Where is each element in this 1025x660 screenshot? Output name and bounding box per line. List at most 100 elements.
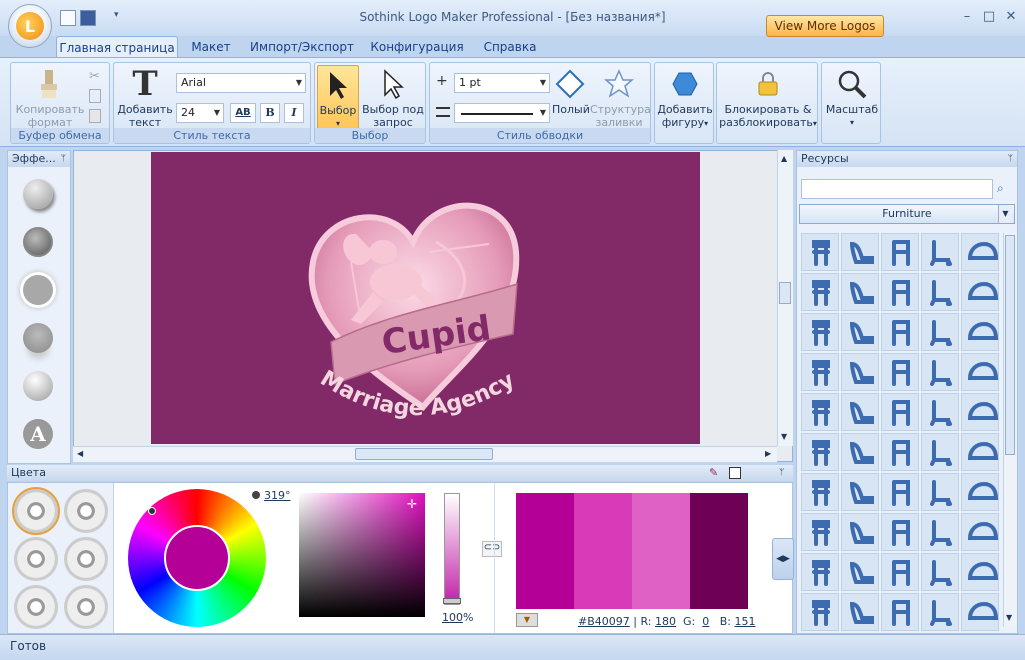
furniture-item-icon[interactable] <box>921 553 959 591</box>
italic-button[interactable]: I <box>284 103 304 123</box>
effect-bevel-button[interactable] <box>23 227 53 257</box>
furniture-item-icon[interactable] <box>801 513 839 551</box>
furniture-item-icon[interactable] <box>801 473 839 511</box>
furniture-item-icon[interactable] <box>841 433 879 471</box>
fill-mode-linear-button[interactable] <box>64 489 108 533</box>
furniture-item-icon[interactable] <box>801 593 839 631</box>
effect-reflection-button[interactable] <box>23 323 53 353</box>
furniture-item-icon[interactable] <box>881 473 919 511</box>
furniture-item-icon[interactable] <box>841 513 879 551</box>
effect-text-icon[interactable]: A <box>23 419 53 449</box>
furniture-item-icon[interactable] <box>961 513 999 551</box>
horizontal-scrollbar[interactable]: ◀ ▶ <box>73 446 777 462</box>
furniture-item-icon[interactable] <box>841 593 879 631</box>
fill-mode-none-button[interactable] <box>64 585 108 629</box>
furniture-item-icon[interactable] <box>961 353 999 391</box>
furniture-item-icon[interactable] <box>801 353 839 391</box>
furniture-item-icon[interactable] <box>961 273 999 311</box>
furniture-item-icon[interactable] <box>881 273 919 311</box>
furniture-item-icon[interactable] <box>841 393 879 431</box>
tab-home[interactable]: Главная страница <box>56 36 178 58</box>
scroll-up-icon[interactable]: ▲ <box>781 154 787 163</box>
palette-swatch[interactable] <box>690 493 748 609</box>
eyedropper-icon[interactable]: ✎ <box>709 465 718 481</box>
furniture-item-icon[interactable] <box>961 393 999 431</box>
opacity-value[interactable]: 100 <box>442 611 463 624</box>
furniture-item-icon[interactable] <box>881 513 919 551</box>
furniture-item-icon[interactable] <box>801 393 839 431</box>
furniture-item-icon[interactable] <box>961 553 999 591</box>
copy-format-button[interactable]: Копировать формат <box>15 67 85 129</box>
font-family-select[interactable]: Arial ▼ <box>176 73 306 93</box>
furniture-item-icon[interactable] <box>841 553 879 591</box>
furniture-item-icon[interactable] <box>801 273 839 311</box>
furniture-item-icon[interactable] <box>841 473 879 511</box>
furniture-item-icon[interactable] <box>801 433 839 471</box>
tab-configuration[interactable]: Конфигурация <box>366 36 468 58</box>
hex-value[interactable]: #B40097 <box>578 615 630 628</box>
palette-swatch[interactable] <box>632 493 690 609</box>
tab-help[interactable]: Справка <box>478 36 542 58</box>
furniture-item-icon[interactable] <box>961 473 999 511</box>
lock-unlock-button[interactable]: Блокировать & разблокировать▾ <box>719 67 817 130</box>
furniture-item-icon[interactable] <box>961 593 999 631</box>
vertical-scrollbar[interactable]: ▲ ▼ <box>777 150 793 446</box>
fill-mode-pattern-button[interactable] <box>64 537 108 581</box>
maximize-icon[interactable]: □ <box>978 8 1000 26</box>
furniture-item-icon[interactable] <box>881 553 919 591</box>
search-icon[interactable]: ⌕ <box>997 181 1004 196</box>
hollow-fill-button[interactable]: Полый <box>552 67 590 116</box>
scroll-down-icon[interactable]: ▼ <box>781 432 787 441</box>
stroke-type-select[interactable]: ▼ <box>454 103 550 123</box>
furniture-item-icon[interactable] <box>841 233 879 271</box>
furniture-item-icon[interactable] <box>841 353 879 391</box>
furniture-item-icon[interactable] <box>921 313 959 351</box>
no-color-swatch[interactable] <box>729 467 741 479</box>
link-colors-icon[interactable]: ⊂⊃ <box>482 541 502 557</box>
cupid-logo[interactable]: Cupid Marriage Agency <box>151 152 700 444</box>
furniture-item-icon[interactable] <box>921 473 959 511</box>
furniture-item-icon[interactable] <box>921 513 959 551</box>
furniture-item-icon[interactable] <box>841 273 879 311</box>
furniture-item-icon[interactable] <box>881 353 919 391</box>
pin-icon[interactable]: ᛘ <box>1008 151 1013 167</box>
scroll-left-icon[interactable]: ◀ <box>77 449 83 458</box>
scroll-thumb[interactable] <box>779 282 791 304</box>
bold-button[interactable]: B <box>260 103 280 123</box>
pin-icon[interactable]: ᛘ <box>61 151 66 167</box>
resource-search-input[interactable] <box>801 179 993 199</box>
resource-category-select[interactable]: Furniture ▼ <box>799 204 1015 224</box>
tab-layout[interactable]: Макет <box>184 36 238 58</box>
furniture-item-icon[interactable] <box>921 273 959 311</box>
palette-dropdown-icon[interactable]: ▼ <box>516 613 538 627</box>
artboard[interactable]: Cupid Marriage Agency <box>151 152 700 444</box>
furniture-item-icon[interactable] <box>961 233 999 271</box>
furniture-item-icon[interactable] <box>881 593 919 631</box>
furniture-item-icon[interactable] <box>801 553 839 591</box>
opacity-handle[interactable] <box>443 598 461 604</box>
color-wheel[interactable] <box>128 489 266 627</box>
furniture-item-icon[interactable] <box>841 313 879 351</box>
furniture-item-icon[interactable] <box>961 433 999 471</box>
scroll-right-icon[interactable]: ▶ <box>765 449 771 458</box>
fill-mode-solid-button[interactable] <box>12 487 60 535</box>
furniture-item-icon[interactable] <box>881 313 919 351</box>
furniture-item-icon[interactable] <box>881 433 919 471</box>
stroke-width-select[interactable]: 1 pt ▼ <box>454 73 550 93</box>
pin-icon[interactable]: ᛘ <box>779 465 784 481</box>
b-value[interactable]: 151 <box>734 615 755 628</box>
scroll-down-icon[interactable]: ▼ <box>1006 613 1012 622</box>
minimize-icon[interactable]: – <box>956 8 978 26</box>
furniture-item-icon[interactable] <box>921 393 959 431</box>
cut-icon[interactable]: ✂ <box>89 69 100 84</box>
r-value[interactable]: 180 <box>655 615 676 628</box>
close-icon[interactable]: ✕ <box>1000 8 1022 26</box>
scroll-thumb[interactable] <box>1005 235 1015 455</box>
fill-mode-texture-button[interactable] <box>14 585 58 629</box>
furniture-item-icon[interactable] <box>801 313 839 351</box>
palette-swatch[interactable] <box>516 493 574 609</box>
saturation-brightness-picker[interactable]: ✛ <box>299 493 425 617</box>
hue-handle[interactable] <box>148 507 156 515</box>
font-size-select[interactable]: 24 ▼ <box>176 103 224 123</box>
tab-import-export[interactable]: Импорт/Экспорт <box>248 36 356 58</box>
